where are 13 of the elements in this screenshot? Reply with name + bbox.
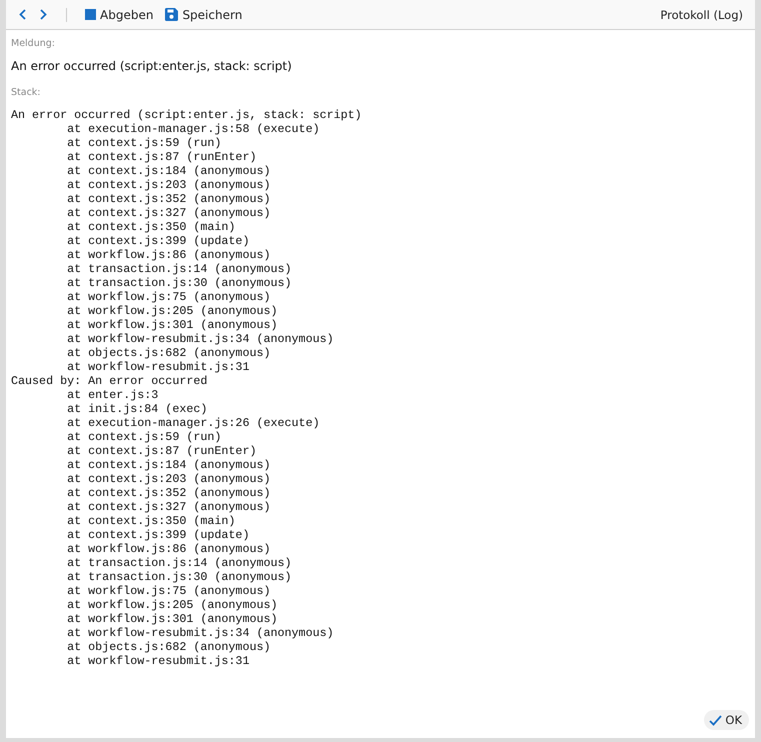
message-label: Meldung: [11,38,56,49]
save-button[interactable]: Speichern [161,6,246,24]
message-text: An error occurred (script:enter.js, stack: script) [11,59,293,73]
stack-label: Stack: [11,87,42,98]
ok-button[interactable]: OK [704,710,749,730]
log-label: Protokoll (Log) [660,8,744,22]
square-icon [85,9,96,20]
checkmark-icon [709,714,722,726]
stack-trace: An error occurred (script:enter.js, stack: script) at execution-manager.js:58 (execute) at context.js:59 (run) at context.js:87 (runEnter) at context.js:184 (anonymous) at context.js:203 (anonymous) at context.js:352 (anonymous) at context.js:327 (anonymous) at context.js:350 (main) at context.js:399 (update) at workflow.js:86 (anonymous) at transaction.js:14 (anonymous) at transaction.js:30 (anonymous) at workflow.js:75 (anonymous) at workflow.js:205 (anonymous) at workflow.js:301 (anonymous) at workflow-resubmit.js:34 (anonymous) at objects.js:682 (anonymous) at workflow-resubmit.js:31 Caused by: An error occurred at enter.js:3 at init.js:84 (exec) at execution-manager.js:26 (execute) at context.js:59 (run) at context.js:87 (runEnter) at context.js:184 (anonymous) at context.js:203 (anonymous) at context.js:352 (anonymous) at context.js:327 (anonymous) at context.js:350 (main) at context.js:399 (update) at workflow.js:86 (anonymous) at transaction.js:14 (anonymous) at transaction.js:30 (anonymous) at workflow.js:75 (anonymous) at workflow.js:205 (anonymous) at workflow.js:301 (anonymous) at workflow-resubmit.js:34 (anonymous) at objects.js:682 (anonymous) at workflow-resubmit.js:31 [11,108,363,668]
submit-button[interactable]: Abgeben [81,6,158,24]
save-icon [165,8,178,21]
chevron-left-icon [19,9,26,20]
chevron-right-icon [40,9,47,20]
